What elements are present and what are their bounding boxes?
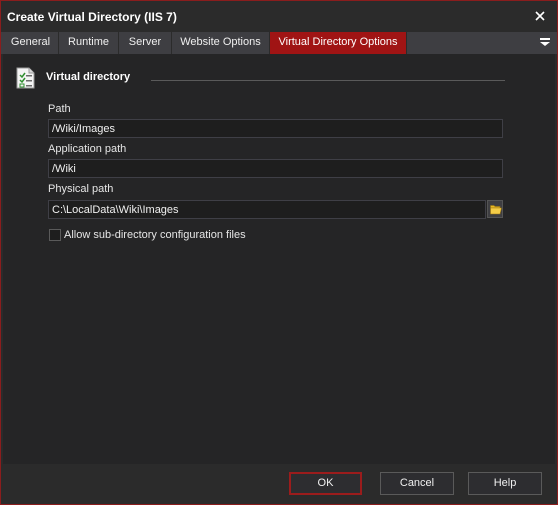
tab-general[interactable]: General — [3, 32, 59, 54]
path-label: Path — [48, 103, 71, 115]
menu-dropdown-icon — [540, 38, 550, 46]
browse-folder-button[interactable] — [487, 200, 503, 218]
tab-overflow-menu-button[interactable] — [539, 37, 553, 49]
allow-subdir-config-checkbox[interactable] — [49, 229, 61, 241]
close-button[interactable] — [529, 6, 551, 26]
tab-bar: General Runtime Server Website Options V… — [1, 32, 557, 54]
cancel-button[interactable]: Cancel — [380, 472, 454, 495]
window-title: Create Virtual Directory (IIS 7) — [7, 10, 177, 24]
tab-virtual-directory-options[interactable]: Virtual Directory Options — [270, 32, 407, 54]
title-bar: Create Virtual Directory (IIS 7) — [1, 1, 557, 32]
section-title: Virtual directory — [46, 71, 131, 83]
physical-path-label: Physical path — [48, 183, 114, 195]
allow-subdir-config-label[interactable]: Allow sub-directory configuration files — [64, 229, 246, 241]
application-path-label: Application path — [48, 143, 127, 155]
tab-runtime[interactable]: Runtime — [59, 32, 119, 54]
help-button[interactable]: Help — [468, 472, 542, 495]
checklist-icon — [16, 67, 36, 89]
physical-path-input[interactable] — [48, 200, 486, 219]
options-panel: Virtual directory Path Application path … — [3, 54, 555, 464]
dialog-footer: OK Cancel Help — [3, 464, 555, 504]
ok-button[interactable]: OK — [289, 472, 362, 495]
tab-server[interactable]: Server — [119, 32, 172, 54]
tab-website-options[interactable]: Website Options — [172, 32, 270, 54]
application-path-input[interactable] — [48, 159, 503, 178]
dialog-window: Create Virtual Directory (IIS 7) General… — [0, 0, 558, 505]
section-divider — [151, 80, 505, 81]
folder-open-icon — [490, 205, 502, 215]
path-input[interactable] — [48, 119, 503, 138]
close-icon — [535, 11, 545, 21]
